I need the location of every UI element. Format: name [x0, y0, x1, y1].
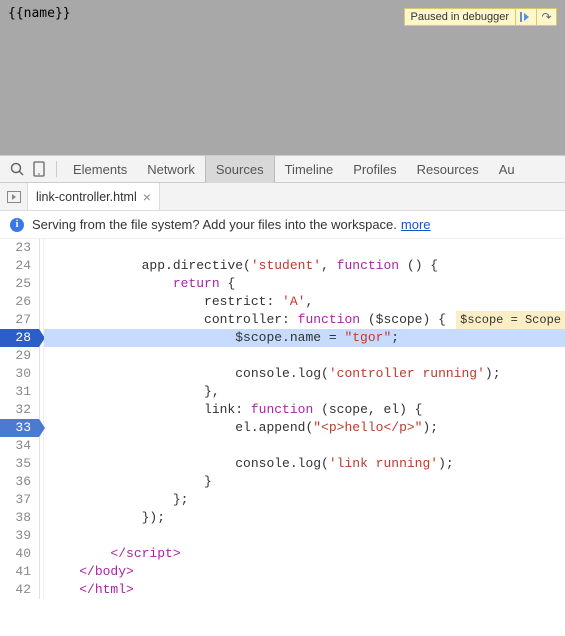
- line-number[interactable]: 29: [0, 347, 39, 365]
- tab-network[interactable]: Network: [137, 156, 205, 183]
- line-number[interactable]: 37: [0, 491, 39, 509]
- code-line[interactable]: console.log('controller running');: [44, 365, 565, 383]
- line-number[interactable]: 41: [0, 563, 39, 581]
- code-line[interactable]: };: [44, 491, 565, 509]
- navigator-toggle[interactable]: [0, 183, 28, 210]
- search-icon: [10, 162, 24, 176]
- line-number[interactable]: 33: [0, 419, 39, 437]
- line-number[interactable]: 27: [0, 311, 39, 329]
- code-line[interactable]: restrict: 'A',: [44, 293, 565, 311]
- code-line[interactable]: </script>: [44, 545, 565, 563]
- inspect-button[interactable]: [6, 162, 28, 176]
- line-number[interactable]: 34: [0, 437, 39, 455]
- line-number[interactable]: 31: [0, 383, 39, 401]
- code-line[interactable]: [44, 437, 565, 455]
- line-number[interactable]: 32: [0, 401, 39, 419]
- info-link[interactable]: more: [401, 217, 431, 232]
- page-viewport: {{name}} Paused in debugger ↷: [0, 0, 565, 155]
- code-line[interactable]: app.directive('student', function () {: [44, 257, 565, 275]
- line-number[interactable]: 36: [0, 473, 39, 491]
- devtools-toolbar: ElementsNetworkSourcesTimelineProfilesRe…: [0, 155, 565, 183]
- step-over-icon: ↷: [541, 10, 551, 24]
- code-line[interactable]: }: [44, 473, 565, 491]
- close-tab-button[interactable]: ×: [143, 189, 151, 205]
- tab-elements[interactable]: Elements: [63, 156, 137, 183]
- line-number[interactable]: 24: [0, 257, 39, 275]
- tab-sources[interactable]: Sources: [205, 156, 275, 183]
- code-line[interactable]: [44, 347, 565, 365]
- code-line[interactable]: $scope.name = "tgor";: [44, 329, 565, 347]
- device-icon: [33, 161, 45, 177]
- code-line[interactable]: [44, 239, 565, 257]
- device-mode-button[interactable]: [28, 161, 50, 177]
- tab-profiles[interactable]: Profiles: [343, 156, 406, 183]
- panel-icon: [7, 191, 21, 203]
- line-number[interactable]: 28: [0, 329, 39, 347]
- resume-icon: [524, 13, 529, 21]
- line-number[interactable]: 42: [0, 581, 39, 599]
- info-message: Serving from the file system? Add your f…: [32, 217, 397, 232]
- code-line[interactable]: return {: [44, 275, 565, 293]
- line-number[interactable]: 35: [0, 455, 39, 473]
- code-line[interactable]: console.log('link running');: [44, 455, 565, 473]
- code-line[interactable]: },: [44, 383, 565, 401]
- code-line[interactable]: el.append("<p>hello</p>");: [44, 419, 565, 437]
- file-tab-bar: link-controller.html ×: [0, 183, 565, 211]
- code-line[interactable]: controller: function ($scope) {$scope = …: [44, 311, 565, 329]
- line-number[interactable]: 40: [0, 545, 39, 563]
- line-number[interactable]: 25: [0, 275, 39, 293]
- line-number[interactable]: 23: [0, 239, 39, 257]
- line-number[interactable]: 39: [0, 527, 39, 545]
- code-line[interactable]: </body>: [44, 563, 565, 581]
- debugger-label: Paused in debugger: [405, 9, 516, 25]
- debugger-badge: Paused in debugger ↷: [404, 8, 557, 26]
- viewport-content: {{name}}: [8, 6, 71, 21]
- inline-value-hint: $scope = Scope: [456, 311, 565, 329]
- file-tab-name: link-controller.html: [36, 190, 137, 204]
- resume-button[interactable]: [516, 9, 536, 25]
- info-icon: i: [10, 218, 24, 232]
- file-tab[interactable]: link-controller.html ×: [28, 183, 160, 210]
- toolbar-divider: [56, 161, 57, 177]
- line-gutter[interactable]: 2324252627282930313233343536373839404142: [0, 239, 40, 599]
- tab-au[interactable]: Au: [489, 156, 525, 183]
- line-number[interactable]: 30: [0, 365, 39, 383]
- code-editor[interactable]: 2324252627282930313233343536373839404142…: [0, 239, 565, 599]
- info-bar: i Serving from the file system? Add your…: [0, 211, 565, 239]
- code-line[interactable]: });: [44, 509, 565, 527]
- code-line[interactable]: </html>: [44, 581, 565, 599]
- code-area[interactable]: app.directive('student', function () { r…: [44, 239, 565, 599]
- code-line[interactable]: link: function (scope, el) {: [44, 401, 565, 419]
- tab-timeline[interactable]: Timeline: [275, 156, 344, 183]
- line-number[interactable]: 26: [0, 293, 39, 311]
- code-line[interactable]: [44, 527, 565, 545]
- step-over-button[interactable]: ↷: [536, 9, 556, 25]
- tab-resources[interactable]: Resources: [407, 156, 489, 183]
- line-number[interactable]: 38: [0, 509, 39, 527]
